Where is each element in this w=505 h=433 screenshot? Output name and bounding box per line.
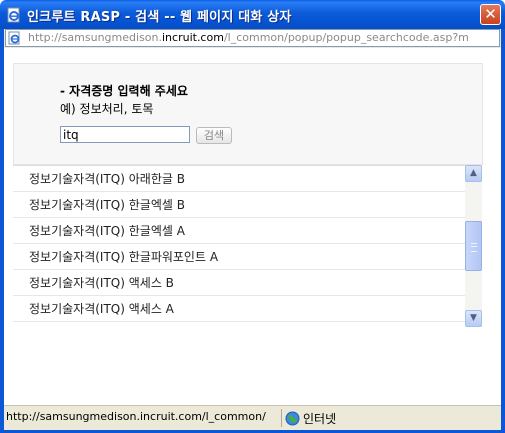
close-button[interactable]: ✕ <box>480 4 501 25</box>
title-bar[interactable]: 인크루트 RASP - 검색 -- 웹 페이지 대화 상자 ✕ <box>0 0 505 29</box>
window-frame-right <box>501 29 505 433</box>
list-item[interactable]: 정보기술자격(ITQ) 액세스 A <box>13 296 465 322</box>
list-item[interactable]: 정보기술자격(ITQ) 한글파워포인트 A <box>13 244 465 270</box>
search-example-text: 예) 정보처리, 토목 <box>60 102 154 116</box>
scroll-up-button[interactable]: ▲ <box>465 165 482 182</box>
arrow-up-icon: ▲ <box>470 168 477 178</box>
search-heading: - 자격증명 입력해 주세요 <box>60 84 188 98</box>
security-zone-label: 인터넷 <box>303 412 337 426</box>
list-item[interactable]: 정보기술자격(ITQ) 아래한글 B <box>13 166 465 192</box>
status-divider <box>281 409 282 427</box>
scroll-down-button[interactable]: ▼ <box>465 310 482 327</box>
scroll-thumb[interactable] <box>465 221 482 271</box>
address-domain: incruit.com <box>162 31 224 44</box>
list-item[interactable]: 정보기술자격(ITQ) 한글엑셀 B <box>13 192 465 218</box>
ie-page-icon <box>7 7 20 23</box>
list-item[interactable]: 정보기술자격(ITQ) 액세스 B <box>13 270 465 296</box>
arrow-down-icon: ▼ <box>470 313 477 323</box>
list-item[interactable]: 정보기술자격(ITQ) 한글엑셀 A <box>13 218 465 244</box>
status-bar: http://samsungmedison.incruit.com/l_comm… <box>4 405 501 430</box>
grip-icon <box>471 243 477 252</box>
status-url: http://samsungmedison.incruit.com/l_comm… <box>6 410 266 423</box>
search-input[interactable] <box>60 126 190 143</box>
ie-page-icon <box>8 31 20 45</box>
address-field[interactable]: http://samsungmedison.incruit.com/l_comm… <box>5 29 500 47</box>
search-panel: - 자격증명 입력해 주세요 예) 정보처리, 토목 검색 <box>13 63 483 165</box>
search-button[interactable]: 검색 <box>196 127 232 144</box>
close-icon: ✕ <box>484 5 497 23</box>
window-title: 인크루트 RASP - 검색 -- 웹 페이지 대화 상자 <box>27 10 292 25</box>
result-list: 정보기술자격(ITQ) 아래한글 B 정보기술자격(ITQ) 한글엑셀 B 정보… <box>13 165 465 328</box>
globe-icon <box>285 411 300 426</box>
address-bar: http://samsungmedison.incruit.com/l_comm… <box>4 29 501 48</box>
vertical-scrollbar[interactable]: ▲ ▼ <box>465 165 482 327</box>
address-url: http://samsungmedison.incruit.com/l_comm… <box>28 31 469 44</box>
